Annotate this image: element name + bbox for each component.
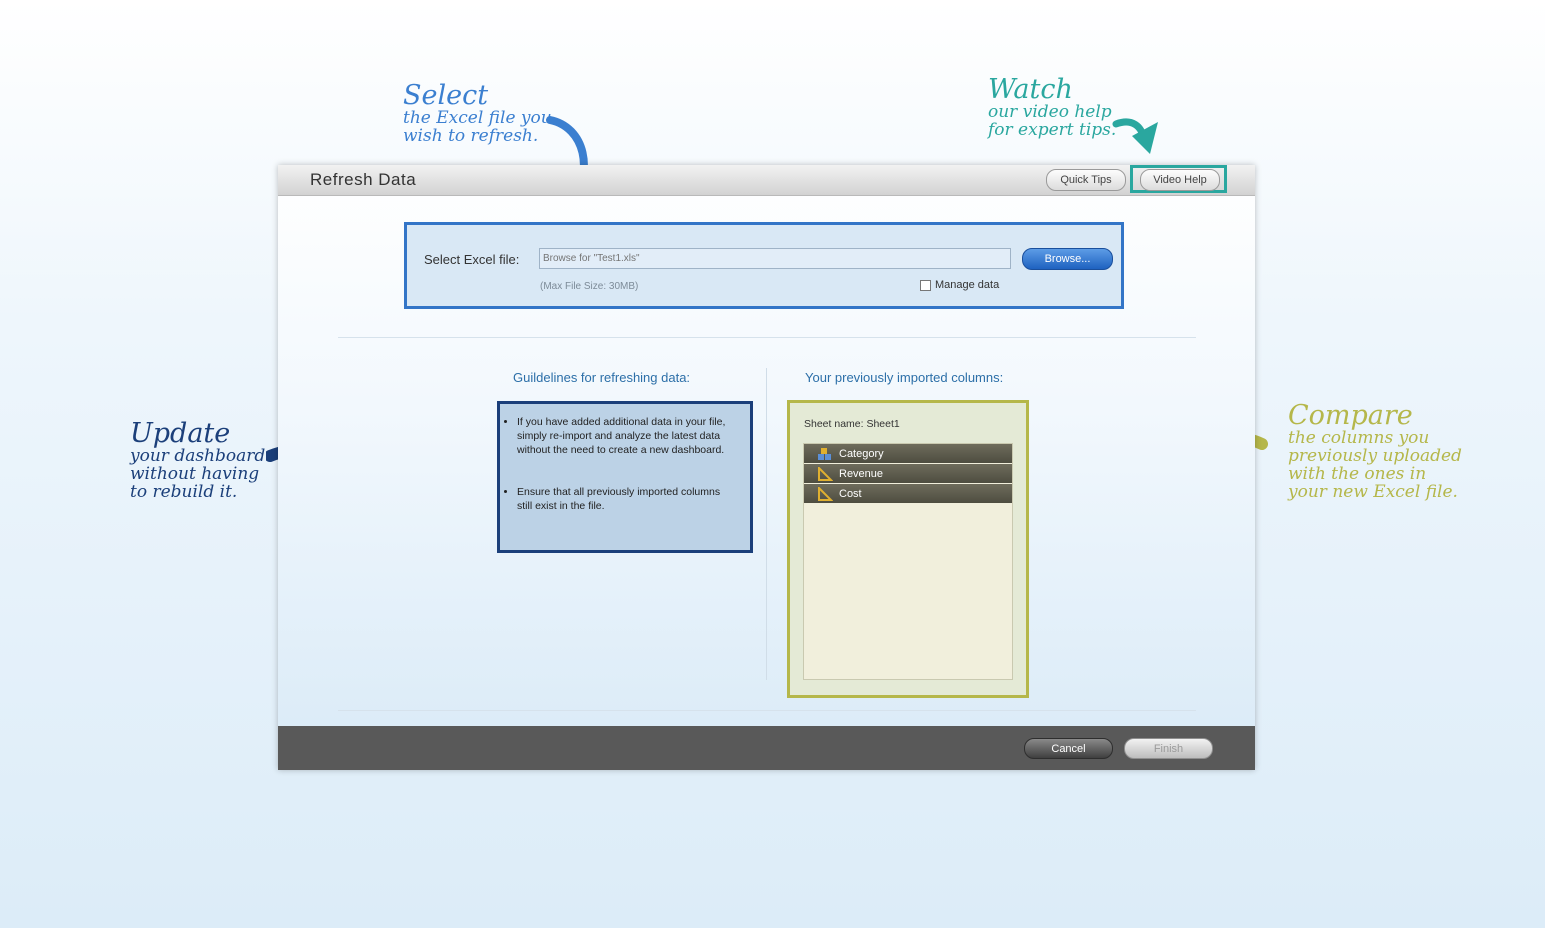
divider-top [338,337,1196,338]
video-help-button[interactable]: Video Help [1140,169,1220,191]
annotation-watch-line2: for expert tips. [988,120,1117,141]
refresh-data-dialog: Refresh Data Quick Tips Video Help Selec… [278,165,1255,770]
cancel-button[interactable]: Cancel [1024,738,1113,759]
guidelines-box: If you have added additional data in you… [497,401,753,553]
column-name: Cost [839,487,862,500]
annotation-update-heading: Update [130,418,231,449]
manage-data-label: Manage data [935,279,1000,291]
dimension-icon [817,447,833,461]
dialog-footer: Cancel Finish [278,726,1255,770]
annotation-watch-heading: Watch [988,74,1073,105]
select-excel-label: Select Excel file: [424,252,520,267]
manage-data-checkbox[interactable] [920,279,931,291]
annotation-select: Select the Excel file you wish to refres… [403,80,552,147]
column-name: Revenue [839,467,884,480]
divider-vertical [766,368,767,680]
divider-bottom [338,710,1196,711]
quick-tips-button[interactable]: Quick Tips [1046,169,1126,191]
annotation-select-heading: Select [403,80,489,111]
imported-columns-title: Your previously imported columns: [805,370,1004,385]
annotation-select-line2: wish to refresh. [403,126,539,147]
annotation-compare: Compare the columns you previously uploa… [1288,400,1462,502]
column-item-revenue[interactable]: Revenue [804,464,1012,483]
browse-button[interactable]: Browse... [1022,248,1113,270]
max-file-size-text: (Max File Size: 30MB) [540,281,639,292]
dialog-title: Refresh Data [310,170,417,189]
measure-icon [817,486,833,501]
annotation-compare-heading: Compare [1288,400,1413,431]
guideline-item: If you have added additional data in you… [517,415,737,457]
finish-button[interactable]: Finish [1124,738,1213,759]
guidelines-title: Guildelines for refreshing data: [513,370,691,385]
annotation-compare-line4: your new Excel file. [1288,481,1458,502]
measure-icon [817,466,833,481]
column-name: Category [839,447,884,460]
file-path-input[interactable] [539,248,1011,269]
manage-data-toggle[interactable]: Manage data [920,279,999,291]
guideline-item: Ensure that all previously imported colu… [517,485,737,513]
sheet-name: Sheet name: Sheet1 [804,418,900,430]
imported-columns-panel: Sheet name: Sheet1 Category Revenue Cost [787,400,1029,698]
dialog-titlebar: Refresh Data Quick Tips Video Help [278,165,1255,196]
watch-arrow-icon [1112,118,1158,154]
column-item-category[interactable]: Category [804,444,1012,463]
annotation-update: Update your dashboard without having to … [130,418,265,503]
column-item-cost[interactable]: Cost [804,484,1012,503]
annotation-update-line3: to rebuild it. [130,482,238,503]
annotation-watch: Watch our video help for expert tips. [988,74,1117,141]
file-select-panel: Select Excel file: Browse... (Max File S… [404,222,1124,309]
columns-list: Category Revenue Cost [803,443,1013,680]
